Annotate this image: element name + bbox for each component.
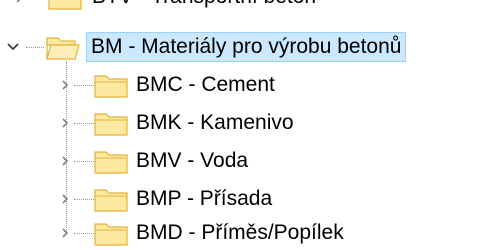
tree-item-label[interactable]: BMV - Voda	[132, 146, 252, 176]
open-folder-icon	[46, 34, 80, 60]
tree-connector	[74, 123, 94, 125]
chevron-right-icon[interactable]	[10, 0, 28, 7]
tree-item-label: BTV - Transportní beton	[88, 0, 320, 12]
tree-connector	[74, 199, 94, 201]
chevron-right-icon[interactable]	[56, 114, 74, 132]
tree-connector	[74, 233, 94, 235]
tree-item-label-selected[interactable]: BM - Materiály pro výrobu betonů	[86, 32, 407, 62]
tree-item-label[interactable]: BMK - Kamenivo	[132, 108, 298, 138]
tree-item-label[interactable]: BMC - Cement	[132, 70, 279, 100]
tree-connector	[74, 161, 94, 163]
folder-icon	[94, 72, 128, 98]
tree-row-child[interactable]: BMD - Příměs/Popílek	[0, 214, 482, 250]
tree-item-label[interactable]: BMP - Přísada	[132, 184, 276, 214]
tree-view: BTV - Transportní beton BM - Materiály p…	[0, 0, 482, 250]
folder-icon	[94, 148, 128, 174]
tree-row-child[interactable]: BMV - Voda	[0, 142, 482, 180]
chevron-right-icon[interactable]	[56, 224, 74, 242]
tree-connector	[74, 85, 94, 87]
folder-icon	[48, 0, 82, 10]
tree-item-label[interactable]: BMD - Příměs/Popílek	[132, 218, 348, 248]
tree-row-child[interactable]: BMP - Přísada	[0, 180, 482, 218]
chevron-right-icon[interactable]	[56, 190, 74, 208]
tree-row-child[interactable]: BMK - Kamenivo	[0, 104, 482, 142]
chevron-down-icon[interactable]	[4, 38, 22, 56]
tree-row-bm[interactable]: BM - Materiály pro výrobu betonů	[0, 28, 482, 66]
tree-row-child[interactable]: BMC - Cement	[0, 66, 482, 104]
tree-row-partial[interactable]: BTV - Transportní beton	[0, 0, 482, 16]
folder-icon	[94, 186, 128, 212]
tree-connector	[26, 47, 44, 49]
chevron-right-icon[interactable]	[56, 152, 74, 170]
chevron-right-icon[interactable]	[56, 76, 74, 94]
folder-icon	[94, 220, 128, 246]
folder-icon	[94, 110, 128, 136]
